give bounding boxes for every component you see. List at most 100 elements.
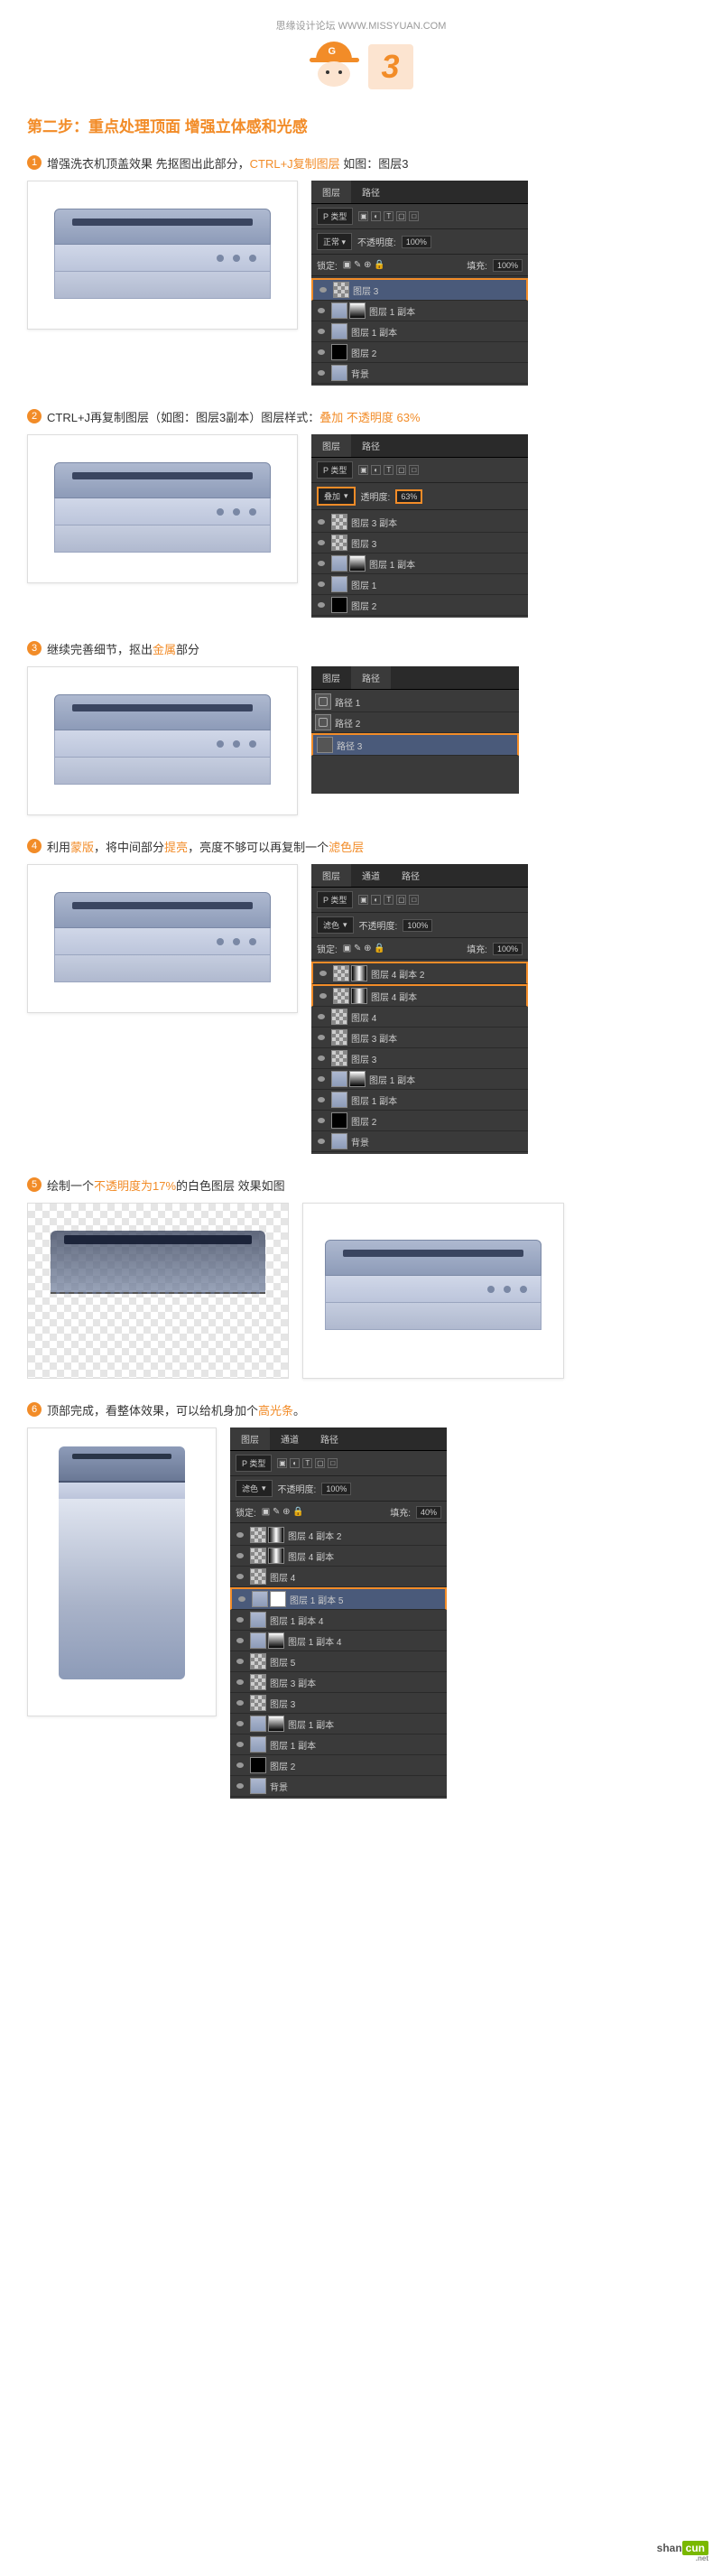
layer-name[interactable]: 图层 4 bbox=[351, 1010, 524, 1024]
visibility-icon[interactable] bbox=[315, 326, 328, 337]
layer-name[interactable]: 图层 3 副本 bbox=[351, 516, 524, 529]
layer-thumb[interactable] bbox=[331, 323, 347, 339]
layer-name[interactable]: 背景 bbox=[351, 367, 524, 380]
layer-name[interactable]: 图层 1 副本 bbox=[369, 557, 524, 571]
layer-row[interactable]: 图层 3 副本 bbox=[230, 1672, 447, 1693]
path-row[interactable]: 路径 3 bbox=[311, 733, 519, 756]
layer-thumb[interactable] bbox=[250, 1548, 266, 1564]
fill-value[interactable]: 100% bbox=[493, 943, 523, 955]
visibility-icon[interactable] bbox=[317, 968, 329, 979]
tab-layers[interactable]: 图层 bbox=[230, 1427, 270, 1450]
blend-dropdown[interactable]: 滤色 ▾ bbox=[236, 1480, 273, 1497]
layer-row[interactable]: 图层 2 bbox=[311, 1111, 528, 1131]
layer-name[interactable]: 图层 1 副本 4 bbox=[270, 1613, 443, 1627]
visibility-icon[interactable] bbox=[234, 1614, 246, 1625]
layer-name[interactable]: 图层 3 bbox=[270, 1697, 443, 1710]
tab-channels[interactable]: 通道 bbox=[351, 864, 391, 887]
mask-thumb[interactable] bbox=[351, 988, 367, 1004]
layer-name[interactable]: 图层 3 bbox=[353, 284, 523, 297]
layer-row[interactable]: 图层 1 副本 bbox=[311, 301, 528, 321]
layer-row[interactable]: 图层 4 bbox=[230, 1567, 447, 1587]
blend-dropdown[interactable]: 正常 ▾ bbox=[317, 233, 352, 250]
tab-paths[interactable]: 路径 bbox=[351, 181, 391, 203]
layer-name[interactable]: 图层 5 bbox=[270, 1655, 443, 1669]
visibility-icon[interactable] bbox=[234, 1677, 246, 1688]
visibility-icon[interactable] bbox=[234, 1739, 246, 1750]
visibility-icon[interactable] bbox=[234, 1550, 246, 1561]
layer-row[interactable]: 图层 2 bbox=[230, 1755, 447, 1776]
path-row[interactable]: 路径 2 bbox=[311, 712, 519, 733]
layer-thumb[interactable] bbox=[331, 576, 347, 592]
layer-name[interactable]: 图层 2 bbox=[351, 1114, 524, 1128]
visibility-icon[interactable] bbox=[315, 1032, 328, 1043]
path-name[interactable]: 路径 3 bbox=[337, 739, 514, 752]
layer-thumb[interactable] bbox=[250, 1716, 266, 1732]
layer-name[interactable]: 图层 1 副本 5 bbox=[290, 1593, 441, 1606]
layer-thumb[interactable] bbox=[331, 1071, 347, 1087]
opacity-value[interactable]: 100% bbox=[402, 236, 431, 248]
path-thumb[interactable] bbox=[315, 714, 331, 730]
layer-name[interactable]: 图层 1 副本 bbox=[288, 1717, 443, 1731]
layer-name[interactable]: 图层 4 bbox=[270, 1570, 443, 1584]
kind-dropdown[interactable]: P 类型 bbox=[317, 891, 353, 908]
layer-name[interactable]: 图层 2 bbox=[351, 346, 524, 359]
layer-thumb[interactable] bbox=[331, 597, 347, 613]
layer-name[interactable]: 图层 1 副本 bbox=[270, 1738, 443, 1752]
mask-thumb[interactable] bbox=[349, 555, 366, 572]
layer-thumb[interactable] bbox=[331, 1029, 347, 1046]
tab-layers[interactable]: 图层 bbox=[311, 434, 351, 457]
visibility-icon[interactable] bbox=[317, 284, 329, 295]
layer-thumb[interactable] bbox=[331, 1009, 347, 1025]
layer-name[interactable]: 图层 3 bbox=[351, 1052, 524, 1065]
mask-thumb[interactable] bbox=[268, 1548, 284, 1564]
layer-name[interactable]: 图层 2 bbox=[351, 599, 524, 612]
layer-row[interactable]: 图层 1 副本 bbox=[311, 1090, 528, 1111]
opacity-value[interactable]: 100% bbox=[403, 919, 432, 932]
visibility-icon[interactable] bbox=[315, 537, 328, 548]
layer-name[interactable]: 图层 1 bbox=[351, 578, 524, 591]
visibility-icon[interactable] bbox=[315, 579, 328, 590]
layer-thumb[interactable] bbox=[331, 1050, 347, 1066]
visibility-icon[interactable] bbox=[315, 1136, 328, 1147]
lock-icons[interactable]: ▣ ✎ ⊕ 🔒 bbox=[262, 1507, 304, 1517]
layer-row[interactable]: 图层 1 副本 bbox=[230, 1734, 447, 1755]
layer-row[interactable]: 图层 1 副本 bbox=[311, 321, 528, 342]
visibility-icon[interactable] bbox=[315, 1094, 328, 1105]
blend-dropdown[interactable]: 滤色 ▾ bbox=[317, 916, 354, 934]
mask-thumb[interactable] bbox=[349, 302, 366, 319]
mask-thumb[interactable] bbox=[351, 965, 367, 981]
layer-name[interactable]: 图层 1 副本 bbox=[351, 325, 524, 339]
kind-dropdown[interactable]: P 类型 bbox=[236, 1455, 272, 1472]
layer-name[interactable]: 图层 1 副本 bbox=[369, 304, 524, 318]
visibility-icon[interactable] bbox=[234, 1718, 246, 1729]
tab-layers[interactable]: 图层 bbox=[311, 864, 351, 887]
visibility-icon[interactable] bbox=[315, 347, 328, 358]
fill-value[interactable]: 40% bbox=[416, 1506, 441, 1519]
layer-thumb[interactable] bbox=[333, 282, 349, 298]
layer-name[interactable]: 图层 3 bbox=[351, 536, 524, 550]
visibility-icon[interactable] bbox=[315, 558, 328, 569]
tab-paths[interactable]: 路径 bbox=[391, 864, 430, 887]
layer-row[interactable]: 图层 4 副本 bbox=[230, 1546, 447, 1567]
tab-channels[interactable]: 通道 bbox=[270, 1427, 310, 1450]
layer-row[interactable]: 图层 2 bbox=[311, 342, 528, 363]
layer-row[interactable]: 图层 3 bbox=[230, 1693, 447, 1714]
layer-row[interactable]: 图层 4 副本 2 bbox=[230, 1525, 447, 1546]
layer-name[interactable]: 图层 4 副本 bbox=[371, 990, 523, 1003]
filter-icons[interactable]: ▣◐T▢□ bbox=[277, 1458, 338, 1468]
layer-thumb[interactable] bbox=[250, 1527, 266, 1543]
visibility-icon[interactable] bbox=[234, 1656, 246, 1667]
layer-thumb[interactable] bbox=[333, 988, 349, 1004]
layer-thumb[interactable] bbox=[331, 302, 347, 319]
layer-name[interactable]: 图层 3 副本 bbox=[270, 1676, 443, 1689]
layer-name[interactable]: 图层 2 bbox=[270, 1759, 443, 1772]
visibility-icon[interactable] bbox=[315, 305, 328, 316]
layer-thumb[interactable] bbox=[331, 1112, 347, 1129]
layer-row[interactable]: 图层 3 bbox=[311, 533, 528, 553]
layer-row[interactable]: 图层 3 副本 bbox=[311, 512, 528, 533]
layer-row[interactable]: 图层 4 bbox=[311, 1007, 528, 1028]
tab-layers[interactable]: 图层 bbox=[311, 666, 351, 689]
layer-name[interactable]: 背景 bbox=[270, 1780, 443, 1793]
layer-row[interactable]: 背景 bbox=[311, 363, 528, 384]
visibility-icon[interactable] bbox=[315, 516, 328, 527]
